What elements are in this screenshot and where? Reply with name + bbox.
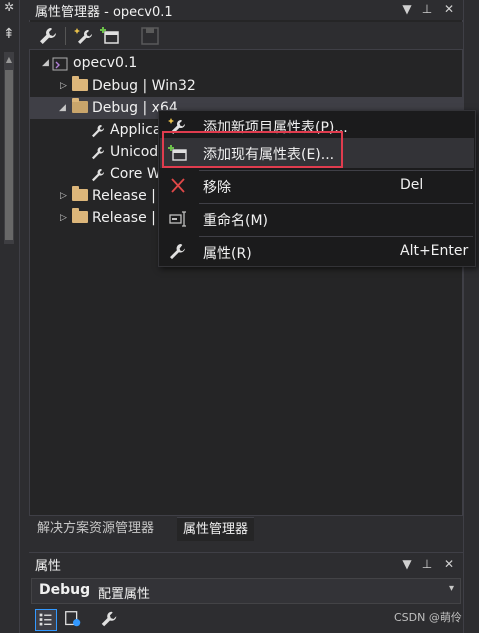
magic-wrench-icon — [168, 117, 188, 135]
watermark: CSDN @萌伶 — [394, 611, 462, 624]
menu-item-label: 属性(R) — [203, 246, 252, 262]
x-icon — [168, 177, 188, 195]
pin-icon[interactable]: ⊥ — [419, 555, 435, 573]
pin-icon[interactable]: ⊥ — [419, 0, 435, 18]
folder-icon — [72, 76, 88, 93]
dropdown-arrow-icon[interactable]: ▼ — [399, 0, 415, 18]
expand-arrow-icon[interactable]: ◢ — [42, 52, 52, 74]
add-sheet-icon[interactable] — [99, 25, 121, 47]
gear-icon[interactable]: ✲ — [4, 1, 16, 13]
menu-item-shortcut: Alt+Enter — [400, 243, 469, 259]
add-sheet-icon — [168, 144, 188, 162]
wrench-icon — [90, 145, 106, 160]
scroll-up-arrow-icon[interactable]: ▲ — [4, 52, 14, 68]
tree-project-row[interactable]: ◢ opecv0.1 — [30, 52, 462, 74]
close-icon[interactable]: ✕ — [441, 555, 457, 573]
tab-property-manager[interactable]: 属性管理器 — [177, 517, 255, 541]
selected-object-type: 配置属性 — [98, 587, 151, 602]
project-icon — [52, 56, 68, 71]
property-pages-icon[interactable] — [63, 609, 85, 631]
tab-solution-explorer[interactable]: 解决方案资源管理器 — [31, 517, 160, 541]
rename-icon — [168, 210, 188, 228]
collapsed-arrow-icon[interactable]: ▷ — [60, 185, 70, 207]
folder-icon — [72, 208, 88, 225]
left-tool-strip: ✲ ⇞ ▲ — [0, 0, 20, 633]
wrench-icon — [90, 123, 106, 138]
menu-item-label: 重命名(M) — [203, 213, 269, 229]
menu-item-shortcut: Del — [400, 177, 424, 193]
panel-title: 属性管理器 - opecv0.1 — [35, 5, 173, 20]
properties-object-selector[interactable]: Debug 配置属性 ▾ — [31, 578, 461, 604]
wrench-icon — [90, 167, 106, 182]
collapsed-arrow-icon[interactable]: ▷ — [60, 207, 70, 229]
tree-project-label: opecv0.1 — [73, 55, 138, 71]
folder-icon — [72, 186, 88, 203]
context-menu: 添加新项目属性表(P)... 添加现有属性表(E)... 移除 Del 重命名(… — [158, 110, 476, 267]
collapsed-arrow-icon[interactable]: ▷ — [60, 75, 70, 97]
wrench-icon — [168, 243, 188, 261]
magic-wrench-icon[interactable] — [73, 25, 95, 47]
properties-titlebar: 属性 ▼ ⊥ ✕ — [29, 552, 463, 574]
menu-item-label: 添加新项目属性表(P)... — [203, 120, 348, 136]
menu-item-rename[interactable]: 重命名(M) — [160, 204, 474, 234]
chevron-down-icon[interactable]: ▾ — [449, 583, 454, 594]
properties-title: 属性 — [35, 559, 62, 574]
toolbar-separator — [65, 27, 66, 45]
wrench-icon[interactable] — [37, 25, 59, 47]
panel-tabs: 解决方案资源管理器 属性管理器 — [29, 517, 463, 541]
categorized-icon[interactable] — [35, 609, 57, 631]
menu-item-remove[interactable]: 移除 Del — [160, 171, 474, 201]
left-scrollbar-thumb[interactable] — [5, 70, 13, 240]
menu-item-add-existing-property-sheet[interactable]: 添加现有属性表(E)... — [160, 138, 474, 168]
dropdown-arrow-icon[interactable]: ▼ — [399, 555, 415, 573]
right-tool-strip — [463, 0, 479, 633]
tree-item[interactable]: ▷ Debug | Win32 — [30, 75, 462, 97]
tree-item-label: Debug | Win32 — [92, 78, 196, 94]
save-icon[interactable] — [139, 25, 161, 47]
selected-object-name: Debug — [39, 582, 91, 598]
menu-item-add-new-property-sheet[interactable]: 添加新项目属性表(P)... — [160, 111, 474, 141]
open-folder-icon — [72, 98, 88, 115]
menu-item-label: 移除 — [203, 180, 231, 196]
panel-toolbar — [29, 22, 463, 50]
expand-arrow-icon[interactable]: ◢ — [59, 97, 69, 119]
menu-item-properties[interactable]: 属性(R) Alt+Enter — [160, 237, 474, 267]
panel-titlebar: 属性管理器 - opecv0.1 ▼ ⊥ ✕ — [29, 0, 463, 20]
wrench-icon[interactable] — [99, 609, 121, 631]
menu-item-label: 添加现有属性表(E)... — [203, 147, 335, 163]
pin-icon[interactable]: ⇞ — [3, 26, 17, 42]
close-icon[interactable]: ✕ — [441, 0, 457, 18]
